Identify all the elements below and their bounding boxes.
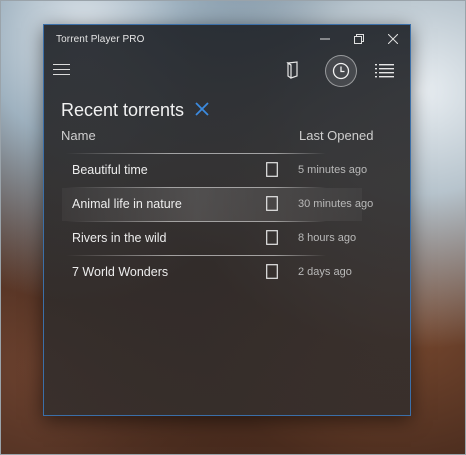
file-icon[interactable] [266,196,278,211]
close-panel-button[interactable] [192,99,212,119]
row-divider [66,221,326,222]
list-item[interactable]: Animal life in nature 30 minutes ago [44,187,410,221]
column-header-name[interactable]: Name [61,128,96,143]
file-icon[interactable] [266,264,278,279]
last-opened-time: 5 minutes ago [298,164,368,176]
list-item[interactable]: Beautiful time 5 minutes ago [44,153,410,187]
last-opened-time: 30 minutes ago [298,198,374,210]
torrent-name: Rivers in the wild [72,231,167,245]
file-icon[interactable] [266,162,278,177]
restore-icon [354,34,364,44]
torrent-name: 7 World Wonders [72,265,169,279]
window-controls [308,25,410,53]
list-icon[interactable] [370,55,400,85]
minimize-button[interactable] [308,25,342,53]
last-opened-time: 8 hours ago [298,232,357,244]
column-header-last-opened[interactable]: Last Opened [299,128,373,143]
book-icon[interactable] [278,55,308,85]
app-window: Torrent Player PRO Recent torrents Name … [43,24,411,416]
row-divider [66,187,326,188]
row-divider [66,153,326,154]
menu-icon[interactable] [52,62,72,78]
list-item[interactable]: 7 World Wonders 2 days ago [44,255,410,289]
close-icon [388,34,398,44]
minimize-icon [320,38,330,40]
maximize-button[interactable] [342,25,376,53]
last-opened-time: 2 days ago [298,266,352,278]
row-divider [66,255,326,256]
torrent-name: Animal life in nature [72,197,182,211]
list-item[interactable]: Rivers in the wild 8 hours ago [44,221,410,255]
torrent-name: Beautiful time [72,163,148,177]
title-bar[interactable]: Torrent Player PRO [44,25,410,53]
app-title: Torrent Player PRO [56,33,145,45]
toolbar [44,53,410,87]
file-icon[interactable] [266,230,278,245]
close-button[interactable] [376,25,410,53]
close-icon [195,102,209,116]
panel-heading: Recent torrents [61,100,185,120]
clock-icon[interactable] [325,55,357,87]
